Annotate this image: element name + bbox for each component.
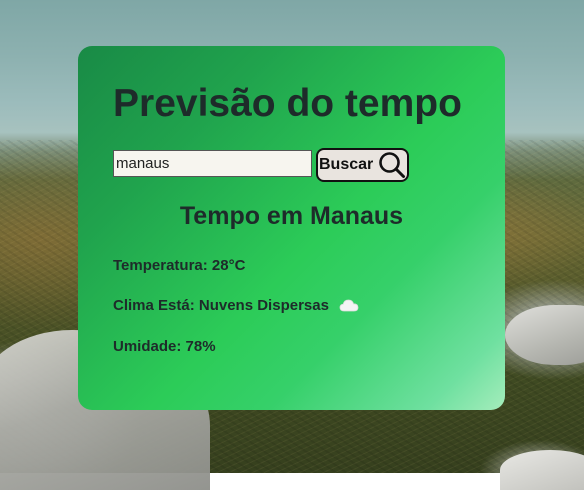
cloud-icon [339, 298, 359, 312]
search-icon [378, 151, 406, 179]
page-title: Previsão do tempo [113, 82, 462, 125]
background-rock [500, 450, 584, 490]
humidity-value: 78% [185, 338, 216, 355]
condition-value: Nuvens Dispersas [198, 297, 329, 314]
condition-label: Clima Está: [113, 297, 195, 314]
search-button[interactable]: Buscar [316, 148, 409, 182]
humidity-label: Umidade: [113, 338, 182, 355]
search-button-label: Buscar [319, 156, 374, 173]
city-weather-title: Tempo em Manaus [179, 202, 404, 230]
temperature-value: 28°C [211, 257, 246, 274]
temperature-line: Temperatura: 28°C [113, 257, 245, 274]
weather-card: Previsão do tempo Buscar Tempo em Manaus… [78, 46, 505, 410]
city-search-input[interactable] [113, 150, 312, 177]
temperature-label: Temperatura: [113, 257, 208, 274]
condition-line: Clima Está: Nuvens Dispersas [113, 297, 359, 314]
humidity-line: Umidade: 78% [113, 338, 216, 355]
